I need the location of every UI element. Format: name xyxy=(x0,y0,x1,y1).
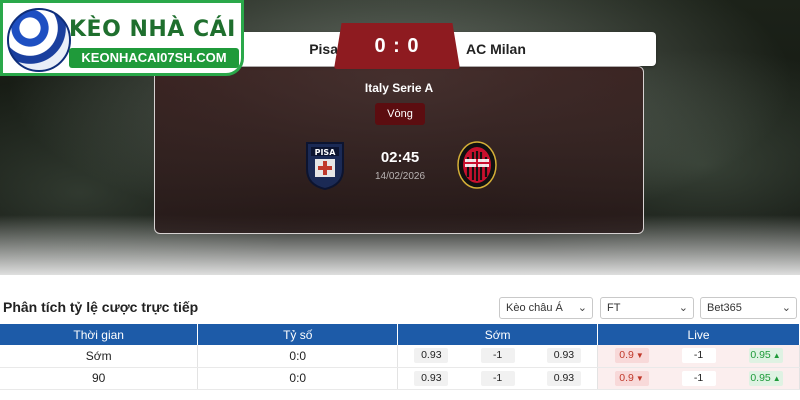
chevron-down-icon: ⌄ xyxy=(577,302,587,314)
live-odds-cell: 0.9 ▼ -1 0.95 ▲ xyxy=(597,345,800,368)
table-row: 90 0:0 0.93 -1 0.93 0.9 ▼ -1 0.95 ▲ xyxy=(0,367,800,390)
row-time: Sớm xyxy=(0,345,199,368)
market-select[interactable]: Kèo châu Á ⌄ xyxy=(499,297,593,319)
svg-text:PISA: PISA xyxy=(315,148,337,157)
kickoff-time: 02:45 xyxy=(380,149,420,166)
match-date: 14/02/2026 xyxy=(374,171,426,182)
live-away-odd[interactable]: 0.95 ▲ xyxy=(748,370,783,386)
live-odds-cell: 0.9 ▼ -1 0.95 ▲ xyxy=(597,367,800,390)
market-select-value: Kèo châu Á xyxy=(506,302,563,314)
header-live: Live xyxy=(597,324,800,345)
match-score: 0 : 0 xyxy=(334,23,460,69)
bookmaker-select-value: Bet365 xyxy=(707,302,742,314)
site-logo[interactable]: KÈO NHÀ CÁI KEONHACAI07SH.COM xyxy=(0,0,244,76)
header-score: Tỷ số xyxy=(197,324,399,345)
chevron-down-icon: ⌄ xyxy=(678,302,688,314)
live-home-odd-value: 0.9 xyxy=(619,349,634,362)
analysis-title: Phân tích tỷ lệ cược trực tiếp xyxy=(3,299,199,315)
odds-table: Thời gian Tỷ số Sớm Live Sớm 0:0 0.93 -1… xyxy=(0,324,800,390)
header-time: Thời gian xyxy=(0,324,199,345)
row-score: 0:0 xyxy=(197,345,399,368)
ac-milan-crest-icon[interactable] xyxy=(455,139,499,191)
row-time: 90 xyxy=(0,367,199,390)
logo-title: KÈO NHÀ CÁI xyxy=(69,17,236,42)
odds-table-header: Thời gian Tỷ số Sớm Live xyxy=(0,324,800,345)
period-select[interactable]: FT ⌄ xyxy=(600,297,694,319)
table-row: Sớm 0:0 0.93 -1 0.93 0.9 ▼ -1 0.95 ▲ xyxy=(0,345,800,368)
early-handicap[interactable]: -1 xyxy=(480,348,515,364)
row-score: 0:0 xyxy=(197,367,399,390)
match-info-panel: Italy Serie A Vòng PISA 02:45 14/02/2026 xyxy=(154,66,644,234)
early-away-odd[interactable]: 0.93 xyxy=(546,348,581,364)
live-home-odd-value: 0.9 xyxy=(619,371,634,384)
arrow-up-icon: ▲ xyxy=(772,351,781,361)
away-team-name[interactable]: AC Milan xyxy=(466,32,586,66)
live-away-odd-value: 0.95 xyxy=(750,349,771,362)
live-handicap[interactable]: -1 xyxy=(681,348,716,364)
soccer-ball-icon xyxy=(7,8,71,72)
live-away-odd-value: 0.95 xyxy=(750,371,771,384)
chevron-down-icon: ⌄ xyxy=(781,302,791,314)
early-home-odd[interactable]: 0.93 xyxy=(414,370,449,386)
arrow-up-icon: ▲ xyxy=(772,373,781,383)
pisa-crest-icon[interactable]: PISA xyxy=(303,139,347,191)
early-home-odd[interactable]: 0.93 xyxy=(414,348,449,364)
logo-domain: KEONHACAI07SH.COM xyxy=(69,48,239,68)
score-bar: Pisa 0 : 0 AC Milan xyxy=(220,23,656,69)
early-handicap[interactable]: -1 xyxy=(480,370,515,386)
live-away-odd[interactable]: 0.95 ▲ xyxy=(748,348,783,364)
league-name[interactable]: Italy Serie A xyxy=(155,81,643,95)
arrow-down-icon: ▼ xyxy=(635,373,644,383)
bookmaker-select[interactable]: Bet365 ⌄ xyxy=(700,297,797,319)
live-home-odd[interactable]: 0.9 ▼ xyxy=(614,370,649,386)
early-away-odd[interactable]: 0.93 xyxy=(546,370,581,386)
arrow-down-icon: ▼ xyxy=(635,351,644,361)
early-odds-cell: 0.93 -1 0.93 xyxy=(397,367,599,390)
live-handicap[interactable]: -1 xyxy=(681,370,716,386)
round-badge: Vòng xyxy=(375,103,425,125)
period-select-value: FT xyxy=(607,302,621,314)
live-home-odd[interactable]: 0.9 ▼ xyxy=(614,348,649,364)
header-early: Sớm xyxy=(397,324,599,345)
early-odds-cell: 0.93 -1 0.93 xyxy=(397,345,599,368)
